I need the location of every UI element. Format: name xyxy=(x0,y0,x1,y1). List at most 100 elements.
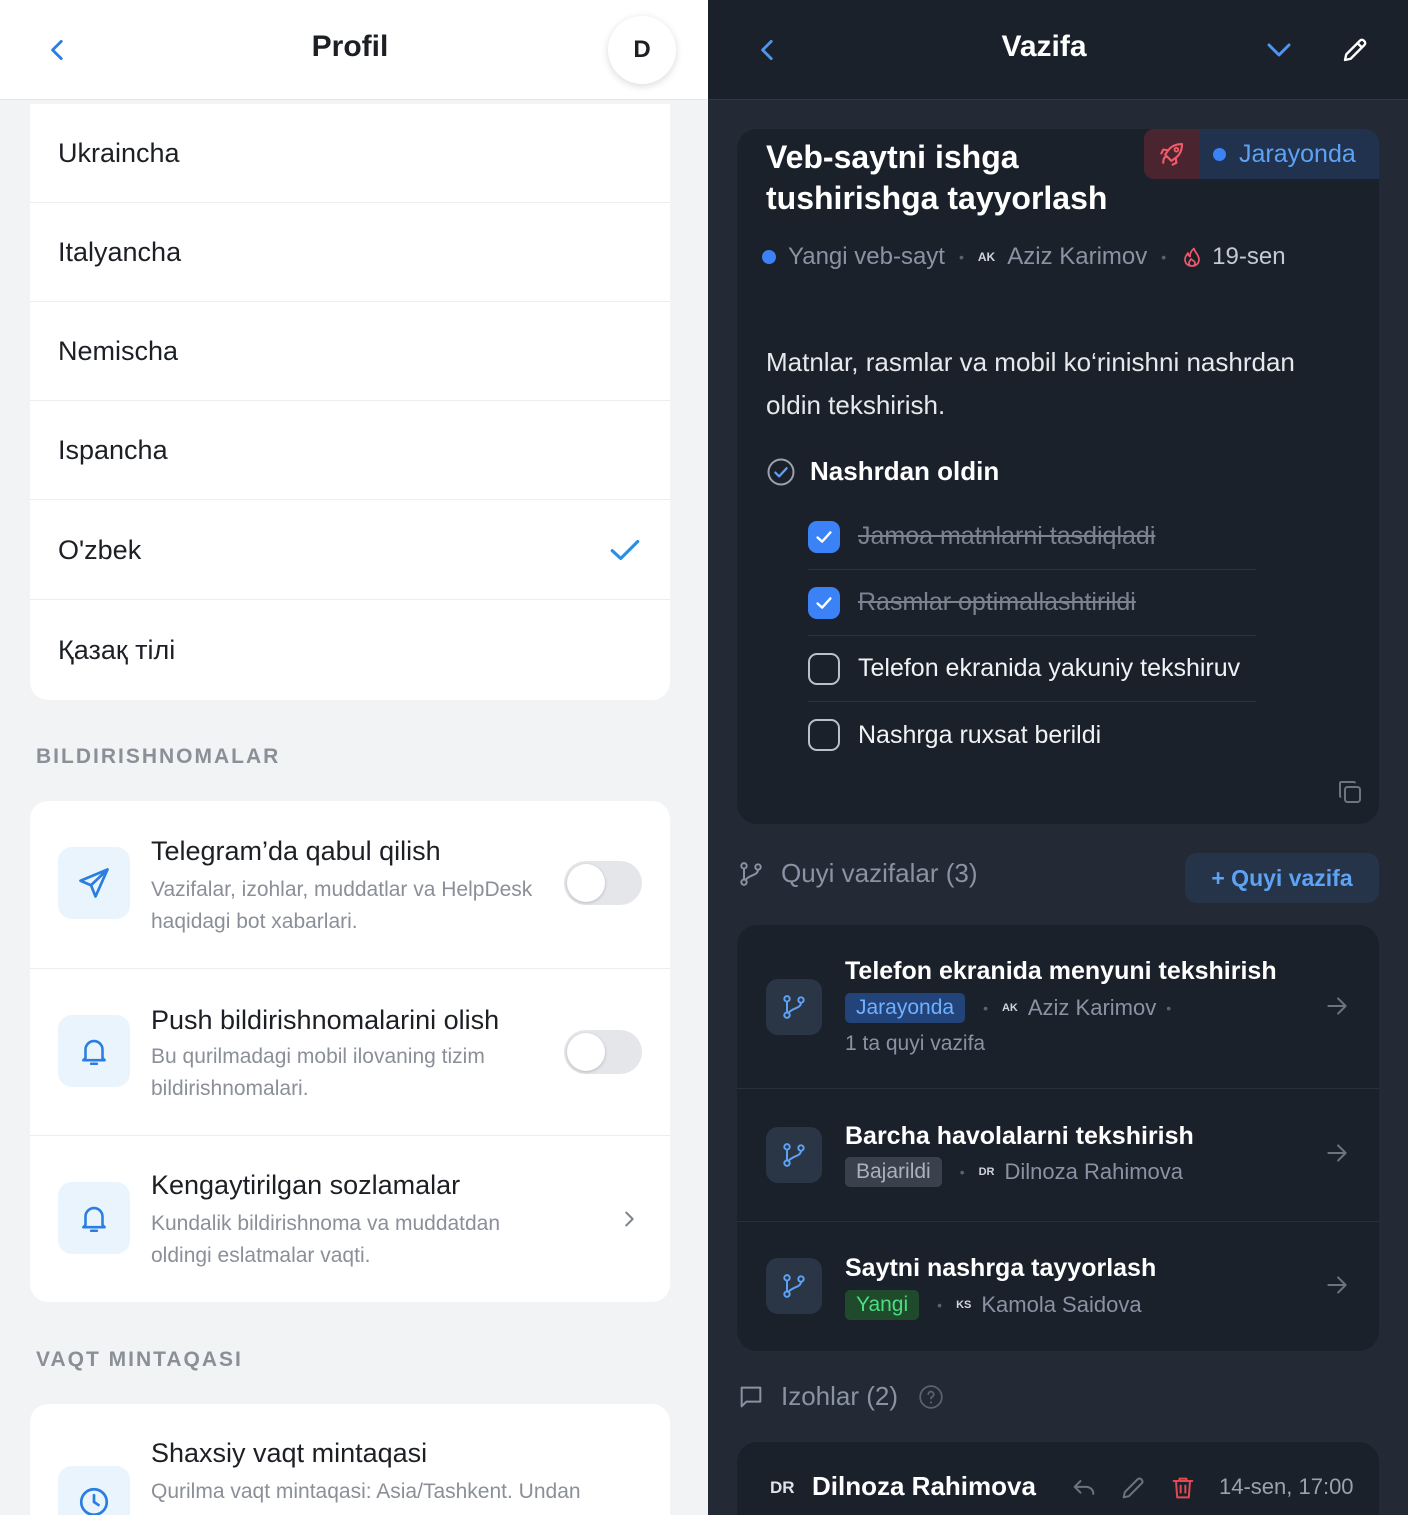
advanced-settings-row[interactable]: Kengaytirilgan sozlamalar Kundalik bildi… xyxy=(30,1136,670,1302)
reply-button[interactable] xyxy=(1070,1474,1098,1507)
rocket-icon xyxy=(1160,142,1184,166)
arrow-right-icon xyxy=(1327,1144,1347,1162)
chevron-down-icon xyxy=(1267,43,1291,57)
status-dot xyxy=(1213,147,1226,161)
collapse-button[interactable] xyxy=(1259,30,1299,70)
checkbox[interactable] xyxy=(808,719,840,751)
subtask-row[interactable]: Telefon ekranida menyuni tekshirish Jara… xyxy=(737,925,1379,1089)
language-option-kazakh[interactable]: Қазақ тілі xyxy=(30,601,670,700)
notifications-list: Telegram’da qabul qilish Vazifalar, izoh… xyxy=(30,801,670,1302)
subtasks-list: Telefon ekranida menyuni tekshirish Jara… xyxy=(737,925,1379,1351)
language-option-ozbek[interactable]: O'zbek xyxy=(30,501,670,600)
assignee-name: Dilnoza Rahimova xyxy=(1004,1159,1184,1184)
project-dot-icon xyxy=(762,250,776,264)
language-label: O'zbek xyxy=(58,535,142,565)
subtask-title: Barcha havolalarni tekshirish xyxy=(845,1122,1194,1150)
check-circle-icon xyxy=(767,458,795,485)
comment-author: Dilnoza Rahimova xyxy=(812,1471,1036,1501)
checkmark-icon xyxy=(816,530,832,543)
delete-comment-button[interactable] xyxy=(1169,1474,1197,1507)
task-description: Matnlar, rasmlar va mobil ko‘rinishni na… xyxy=(766,347,1295,420)
checkbox[interactable] xyxy=(808,520,840,553)
comment-time: 14-sen, 17:00 xyxy=(1219,1474,1354,1499)
notification-desc: Vazifalar, izohlar, muddatlar va HelpDes… xyxy=(151,878,533,933)
edit-comment-button[interactable] xyxy=(1119,1474,1147,1507)
checklist-item-label: Nashrga ruxsat berildi xyxy=(858,720,1102,749)
language-label: Ispancha xyxy=(58,435,168,465)
branch-icon xyxy=(766,1127,822,1183)
timezone-title: Shaxsiy vaqt mintaqasi xyxy=(151,1438,428,1468)
priority-button[interactable] xyxy=(1144,129,1200,179)
checkbox[interactable] xyxy=(808,586,840,619)
arrow-right-icon xyxy=(1327,997,1347,1015)
subtasks-title: Quyi vazifalar (3) xyxy=(781,858,978,888)
notification-title: Telegram’da qabul qilish xyxy=(151,836,441,866)
comment-card: DR Dilnoza Rahimova 14-sen, 17:00 xyxy=(737,1442,1379,1515)
bell-icon xyxy=(58,1182,130,1254)
subtasks-header: Quyi vazifalar (3) xyxy=(737,858,978,889)
branch-icon xyxy=(766,1258,822,1314)
checklist-header: Nashrdan oldin xyxy=(766,456,999,487)
send-icon xyxy=(58,847,130,919)
help-icon[interactable] xyxy=(918,1384,944,1410)
due-date[interactable]: 19-sen xyxy=(1212,243,1285,271)
branch-icon xyxy=(740,861,762,886)
task-card: Veb-saytni ishga tushirishga tayyorlash … xyxy=(737,129,1379,824)
status-label: Jarayonda xyxy=(1239,139,1356,168)
telegram-toggle[interactable] xyxy=(564,861,642,905)
assignee-initials: KS xyxy=(956,1299,972,1311)
chevron-right-icon xyxy=(625,1211,634,1227)
back-button[interactable] xyxy=(748,30,788,70)
task-panel: Vazifa Veb-saytni ishga tushirishga tayy… xyxy=(708,0,1408,1515)
checkmark-icon xyxy=(610,539,640,561)
checkbox[interactable] xyxy=(808,652,840,685)
notifications-section-title: BILDIRISHNOMALAR xyxy=(36,745,281,768)
branch-icon xyxy=(766,979,822,1035)
page-title: Vazifa xyxy=(1001,30,1087,63)
copy-button[interactable] xyxy=(1335,777,1365,812)
comments-header: Izohlar (2) xyxy=(737,1381,944,1412)
checkmark-icon xyxy=(816,596,832,609)
add-subtask-button[interactable]: + Quyi vazifa xyxy=(1185,853,1379,903)
push-toggle[interactable] xyxy=(564,1030,642,1074)
checklist-item: Jamoa matnlarni tasdiqladi xyxy=(808,504,1256,570)
status-badge[interactable]: Jarayonda xyxy=(1200,129,1379,179)
task-title: Veb-saytni ishga tushirishga tayyorlash xyxy=(766,139,1108,216)
timezone-row[interactable]: Shaxsiy vaqt mintaqasi Qurilma vaqt mint… xyxy=(30,1404,670,1515)
checklist-item-label: Rasmlar optimallashtirildi xyxy=(858,588,1136,616)
project-name[interactable]: Yangi veb-sayt xyxy=(788,243,945,271)
comments-title: Izohlar (2) xyxy=(781,1381,899,1411)
subtask-meta: Jarayonda • AK Aziz Karimov • xyxy=(845,993,1175,1023)
task-header: Vazifa xyxy=(708,0,1408,100)
subtask-row[interactable]: Saytni nashrga tayyorlash Yangi • KS Kam… xyxy=(737,1222,1379,1351)
copy-icon xyxy=(1339,781,1361,803)
checklist-item: Nashrga ruxsat berildi xyxy=(808,702,1256,768)
assignee-initials: DR xyxy=(978,1166,995,1178)
subtask-row[interactable]: Barcha havolalarni tekshirish Bajarildi … xyxy=(737,1089,1379,1222)
language-list: Ukraincha Italyancha Nemischa Ispancha O… xyxy=(30,104,670,700)
assignee-initials: AK xyxy=(1001,1002,1018,1014)
notification-title: Kengaytirilgan sozlamalar xyxy=(151,1170,461,1200)
pencil-icon xyxy=(1122,1477,1144,1499)
toggle-knob xyxy=(567,1033,605,1071)
toggle-knob xyxy=(567,864,605,902)
language-option-italyancha[interactable]: Italyancha xyxy=(30,203,670,302)
comment-author-initials: DR xyxy=(770,1478,795,1497)
checklist-item: Rasmlar optimallashtirildi xyxy=(808,570,1256,636)
clock-icon xyxy=(58,1466,130,1515)
checklist-title: Nashrdan oldin xyxy=(810,456,1000,486)
comment-icon xyxy=(740,1386,762,1407)
chevron-left-icon xyxy=(761,39,773,61)
flame-icon xyxy=(1184,247,1201,267)
push-notification-row: Push bildirishnomalarini olish Bu qurilm… xyxy=(30,969,670,1136)
assignee-name[interactable]: Aziz Karimov xyxy=(1007,243,1147,271)
language-label: Italyancha xyxy=(58,237,182,267)
language-option-nemischa[interactable]: Nemischa xyxy=(30,302,670,401)
subtask-title: Saytni nashrga tayyorlash xyxy=(845,1254,1157,1282)
language-option-ispancha[interactable]: Ispancha xyxy=(30,401,670,500)
language-option-ukraincha[interactable]: Ukraincha xyxy=(30,104,670,203)
edit-button[interactable] xyxy=(1335,30,1375,70)
pencil-icon xyxy=(1343,38,1367,62)
page-title: Profil xyxy=(311,30,389,63)
avatar[interactable]: D xyxy=(608,16,676,84)
